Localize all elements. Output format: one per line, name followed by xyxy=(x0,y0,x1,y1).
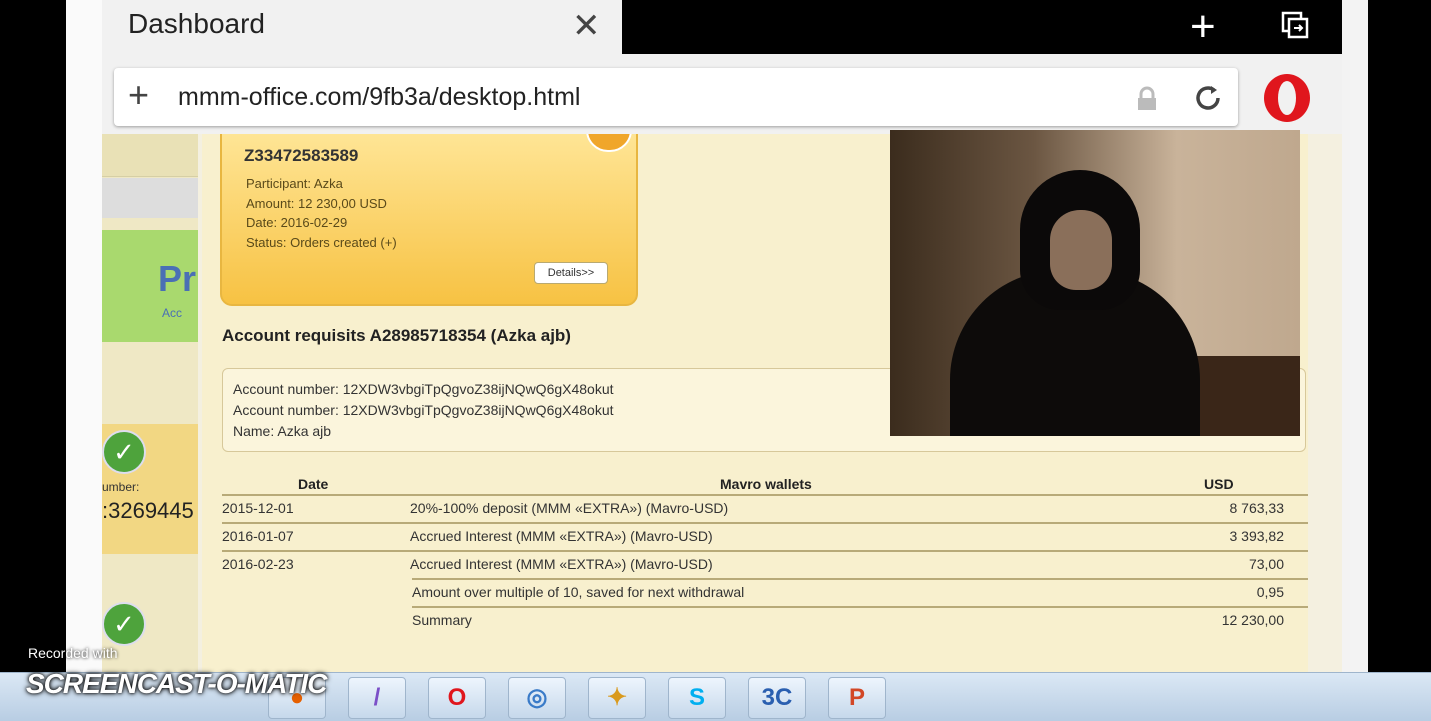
close-icon[interactable]: ✕ xyxy=(572,6,601,46)
desktop-right xyxy=(1368,0,1431,672)
circle-app-icon[interactable]: ◎ xyxy=(508,677,566,719)
3c-icon[interactable]: 3C xyxy=(748,677,806,719)
desktop-left xyxy=(0,0,66,672)
divider xyxy=(222,522,1308,524)
tab-title: Dashboard xyxy=(128,8,265,39)
address-bar-row: + mmm-office.com/9fb3a/desktop.html xyxy=(102,54,1342,134)
order-status: Status: Orders created (+) xyxy=(246,234,397,250)
summary-value: 12 230,00 xyxy=(1221,612,1284,628)
number-label: umber: xyxy=(102,480,140,494)
order-details: Participant: Azka Amount: 12 230,00 USD … xyxy=(246,174,397,252)
webcam-face xyxy=(1050,210,1112,290)
divider xyxy=(412,606,1308,608)
row-desc: 20%-100% deposit (MMM «EXTRA») (Mavro-US… xyxy=(410,500,729,516)
row-desc: Accrued Interest (MMM «EXTRA») (Mavro-US… xyxy=(410,556,713,572)
row-usd: 8 763,33 xyxy=(1229,500,1285,516)
tab-switcher-icon[interactable] xyxy=(1280,10,1310,40)
divider xyxy=(412,578,1308,580)
address-bar[interactable]: + mmm-office.com/9fb3a/desktop.html xyxy=(114,68,1238,126)
order-participant: Participant: Azka xyxy=(246,176,343,191)
webcam-background xyxy=(1190,356,1300,436)
requisits-line: Account number: 12XDW3vbgiTpQgvoZ38ijNQw… xyxy=(233,402,614,418)
row-date: 2016-01-07 xyxy=(222,528,294,544)
reload-icon[interactable] xyxy=(1190,80,1226,116)
col-date-header: Date xyxy=(298,476,329,492)
check-icon: ✓ xyxy=(102,602,146,646)
details-button[interactable]: Details>> xyxy=(534,262,608,284)
tab-dashboard[interactable]: Dashboard ✕ xyxy=(102,0,622,54)
new-tab-icon[interactable]: + xyxy=(1190,2,1216,52)
add-bookmark-icon[interactable]: + xyxy=(128,74,149,116)
skype-icon[interactable]: S xyxy=(668,677,726,719)
system-tray[interactable] xyxy=(1280,673,1431,721)
order-date: Date: 2016-02-29 xyxy=(246,215,348,230)
divider xyxy=(222,550,1308,552)
requisits-line: Account number: 12XDW3vbgiTpQgvoZ38ijNQw… xyxy=(233,381,614,397)
left-sidebar: Pr Acc ✓ umber: :3269445 ✓ xyxy=(102,134,198,672)
order-amount: Amount: 12 230,00 USD xyxy=(246,195,387,211)
promo-link[interactable]: Acc xyxy=(162,306,182,320)
powerpoint-icon[interactable]: P xyxy=(828,677,886,719)
sidebar-bar xyxy=(102,178,198,218)
recorded-with-label: Recorded with xyxy=(28,645,118,661)
summary-label: Summary xyxy=(412,612,472,628)
row-usd: 73,00 xyxy=(1248,556,1284,572)
opera-taskbar-icon[interactable]: O xyxy=(428,677,486,719)
check-icon: ✓ xyxy=(102,430,146,474)
screencast-logo: SCREENCAST-O-MATIC xyxy=(26,668,327,699)
puzzle-icon[interactable]: ✦ xyxy=(588,677,646,719)
row-date: 2015-12-01 xyxy=(222,500,294,516)
requisits-lines: Account number: 12XDW3vbgiTpQgvoZ38ijNQw… xyxy=(233,379,614,442)
badge-icon xyxy=(586,134,632,152)
requisits-line: Name: Azka ajb xyxy=(233,423,332,439)
tab-bar: Dashboard ✕ + xyxy=(102,0,1342,54)
divider xyxy=(222,494,1308,496)
col-wallets-header: Mavro wallets xyxy=(720,476,812,492)
row-usd: 0,95 xyxy=(1256,584,1284,600)
sidebar-header xyxy=(102,134,198,177)
order-number: Z33472583589 xyxy=(244,146,359,165)
number-value: :3269445 xyxy=(102,498,194,523)
row-desc: Amount over multiple of 10, saved for ne… xyxy=(412,584,745,600)
order-card: Z33472583589 Participant: Azka Amount: 1… xyxy=(220,134,638,306)
webcam-overlay xyxy=(890,130,1300,436)
row-date: 2016-02-23 xyxy=(222,556,294,572)
lock-icon xyxy=(1138,86,1156,110)
emulator-bezel xyxy=(66,0,102,672)
row-desc: Accrued Interest (MMM «EXTRA») (Mavro-US… xyxy=(410,528,713,544)
url-text[interactable]: mmm-office.com/9fb3a/desktop.html xyxy=(178,83,580,112)
promo-heading: Pr xyxy=(158,258,197,299)
col-usd-header: USD xyxy=(1204,476,1234,492)
requisits-title: Account requisits A28985718354 (Azka ajb… xyxy=(222,326,571,345)
row-usd: 3 393,82 xyxy=(1229,528,1285,544)
feather-icon[interactable]: / xyxy=(348,677,406,719)
opera-icon[interactable] xyxy=(1262,72,1312,124)
